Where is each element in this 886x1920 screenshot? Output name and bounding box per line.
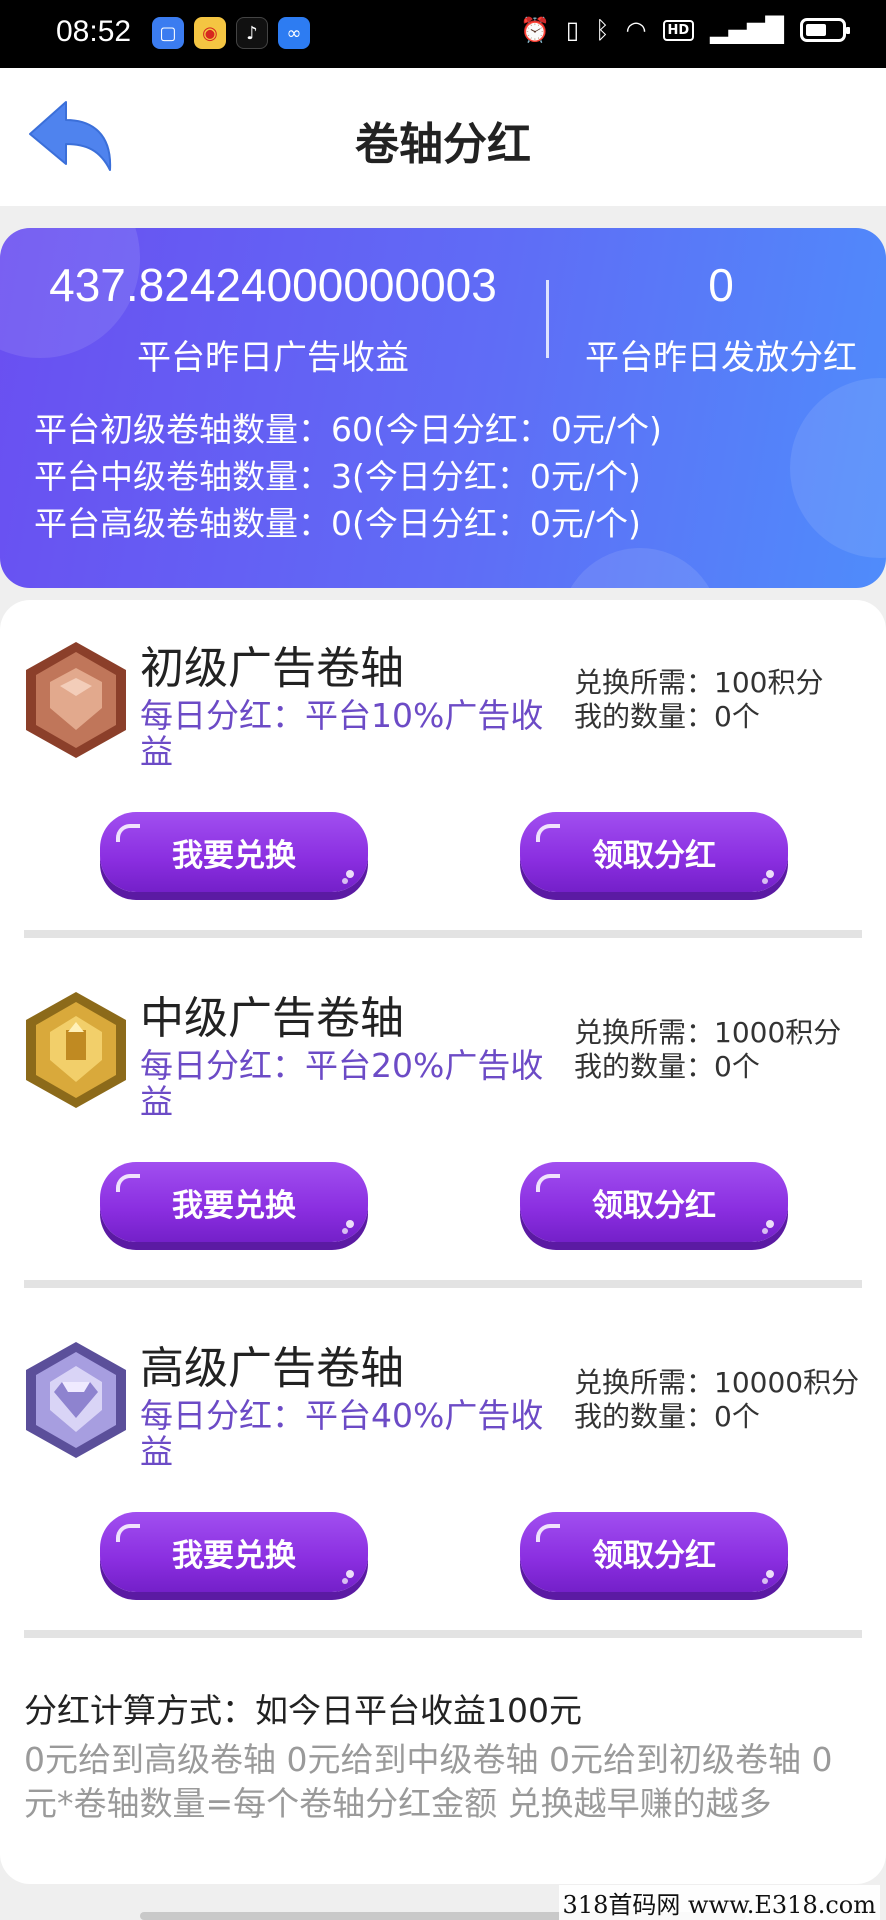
yesterday-ad-income-label: 平台昨日广告收益 <box>137 338 409 378</box>
section-divider <box>24 1280 862 1288</box>
tier-cost: 兑换所需：1000积分 <box>574 1016 842 1049</box>
yesterday-dividend-value: 0 <box>708 259 734 311</box>
dividend-rule-title: 分红计算方式：如今日平台收益100元 <box>24 1691 582 1730</box>
claim-dividend-button[interactable]: 领取分红 <box>520 1512 788 1592</box>
exchange-button[interactable]: 我要兑换 <box>100 812 368 892</box>
platform-stats-card: 437.82424000000003 平台昨日广告收益 0 平台昨日发放分红 平… <box>0 228 886 588</box>
bluetooth-icon: ᛒ <box>595 16 610 44</box>
weibo-icon: ◉ <box>194 17 226 49</box>
diamond-badge-icon <box>26 1342 126 1458</box>
tier-owned: 我的数量：0个 <box>574 1050 760 1083</box>
count-basic: 平台初级卷轴数量：60(今日分红：0元/个) <box>34 410 662 449</box>
count-mid: 平台中级卷轴数量：3(今日分红：0元/个) <box>34 457 641 496</box>
tier-dividend-desc: 每日分红：平台40%广告收益 <box>140 1396 544 1471</box>
section-divider <box>24 1630 862 1638</box>
tier-info: 兑换所需：1000积分 我的数量：0个 <box>574 1016 864 1084</box>
tier-dividend-desc: 每日分红：平台10%广告收益 <box>140 696 544 771</box>
infinity-app-icon: ∞ <box>278 17 310 49</box>
dividend-rule-text: 0元给到高级卷轴 0元给到中级卷轴 0元给到初级卷轴 0元*卷轴数量=每个卷轴分… <box>24 1740 833 1823</box>
yesterday-dividend-label: 平台昨日发放分红 <box>585 338 857 378</box>
tier-dividend-desc: 每日分红：平台20%广告收益 <box>140 1046 544 1121</box>
yesterday-ad-income-value: 437.82424000000003 <box>49 259 497 311</box>
scroll-counts: 平台初级卷轴数量：60(今日分红：0元/个) 平台中级卷轴数量：3(今日分红：0… <box>34 406 662 547</box>
hd-icon: HD <box>662 19 695 41</box>
watermark: 318首码网 www.E318.com <box>558 1885 880 1920</box>
bronze-badge-icon <box>26 642 126 758</box>
tier-name: 高级广告卷轴 <box>140 1343 404 1394</box>
stats-divider <box>546 280 549 358</box>
decor-bubble <box>560 548 720 588</box>
signal-4g-icon: ▂▄▆█ <box>710 16 784 44</box>
page-title: 卷轴分红 <box>355 119 531 170</box>
section-divider <box>24 930 862 938</box>
vibrate-icon: ▯ <box>565 16 580 44</box>
tier-owned: 我的数量：0个 <box>574 700 760 733</box>
exchange-button[interactable]: 我要兑换 <box>100 1512 368 1592</box>
battery-icon <box>800 18 850 42</box>
tier-info: 兑换所需：10000积分 我的数量：0个 <box>574 1366 864 1434</box>
tier-card-high: 高级广告卷轴 每日分红：平台40%广告收益 兑换所需：10000积分 我的数量：… <box>0 1300 886 1650</box>
scroll-tier-list: 初级广告卷轴 每日分红：平台10%广告收益 兑换所需：100积分 我的数量：0个… <box>0 600 886 1884</box>
tier-name: 初级广告卷轴 <box>140 643 404 694</box>
claim-dividend-button[interactable]: 领取分红 <box>520 1162 788 1242</box>
square-app-icon: ▢ <box>152 17 184 49</box>
tier-owned: 我的数量：0个 <box>574 1400 760 1433</box>
page-header: 卷轴分红 <box>0 68 886 206</box>
count-high: 平台高级卷轴数量：0(今日分红：0元/个) <box>34 504 641 543</box>
wifi-icon: ◠ <box>625 16 647 44</box>
tier-info: 兑换所需：100积分 我的数量：0个 <box>574 666 864 734</box>
tier-name: 中级广告卷轴 <box>140 993 404 1044</box>
exchange-button[interactable]: 我要兑换 <box>100 1162 368 1242</box>
tier-cost: 兑换所需：100积分 <box>574 666 824 699</box>
status-bar: 08:52 ▢ ◉ ♪ ∞ ⏰ ▯ ᛒ ◠ HD ▂▄▆█ <box>0 0 886 68</box>
gold-badge-icon <box>26 992 126 1108</box>
tier-card-mid: 中级广告卷轴 每日分红：平台20%广告收益 兑换所需：1000积分 我的数量：0… <box>0 950 886 1300</box>
tiktok-icon: ♪ <box>236 17 268 49</box>
tier-cost: 兑换所需：10000积分 <box>574 1366 860 1399</box>
claim-dividend-button[interactable]: 领取分红 <box>520 812 788 892</box>
decor-bubble <box>790 378 886 558</box>
alarm-icon: ⏰ <box>520 16 550 44</box>
tier-card-basic: 初级广告卷轴 每日分红：平台10%广告收益 兑换所需：100积分 我的数量：0个… <box>0 600 886 950</box>
clock: 08:52 <box>56 15 132 48</box>
